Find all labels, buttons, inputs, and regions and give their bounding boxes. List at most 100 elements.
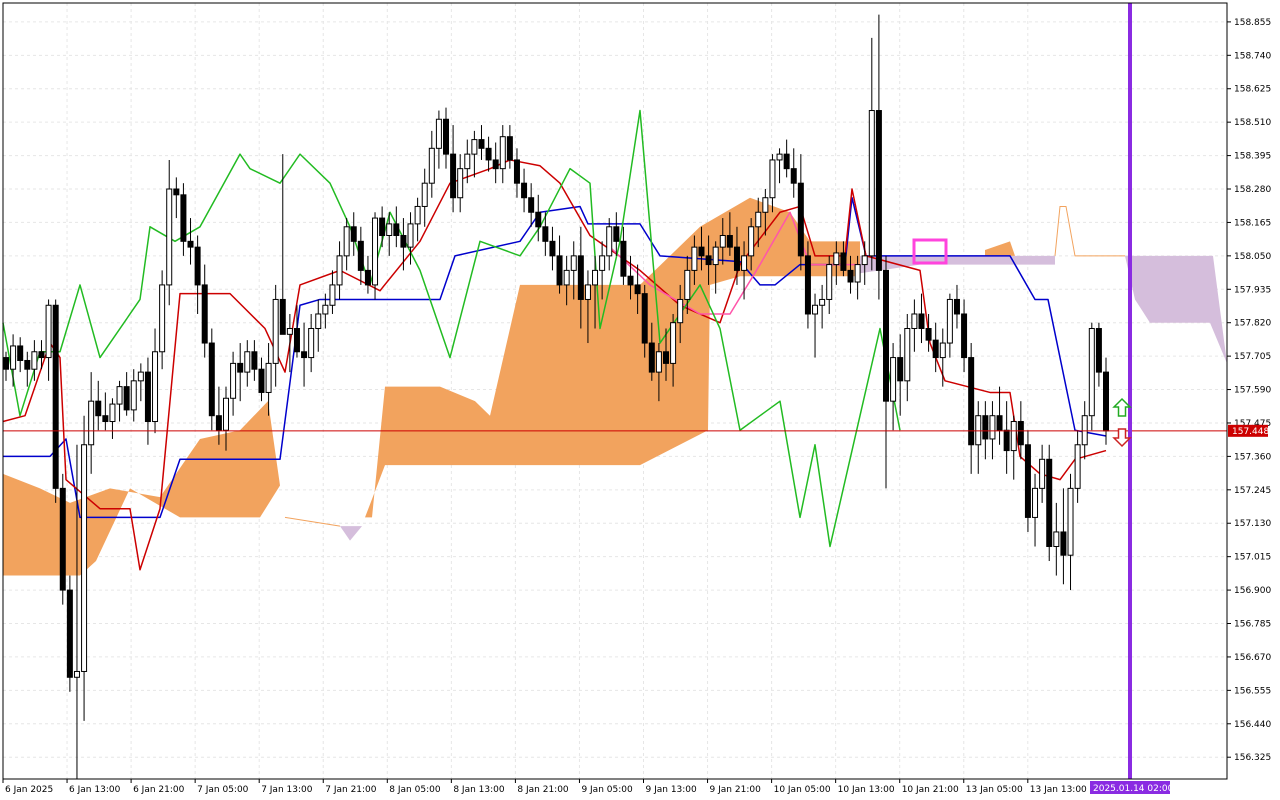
candle-body: [762, 197, 769, 213]
candle-body: [258, 368, 265, 393]
x-tick-label: 9 Jan 13:00: [646, 785, 698, 795]
candle-body: [535, 211, 542, 228]
x-tick-label: 8 Jan 13:00: [453, 785, 505, 795]
candle-body: [279, 298, 286, 335]
candle-body: [1032, 487, 1039, 518]
candle-body: [379, 217, 386, 237]
candle-body: [513, 159, 520, 184]
x-tick-label: 10 Jan 13:00: [838, 785, 895, 795]
candle-body: [648, 342, 655, 373]
candle-body: [329, 284, 336, 306]
candle-body: [95, 400, 102, 417]
candle-body: [904, 328, 911, 382]
candle-body: [776, 153, 783, 161]
candle-body: [201, 284, 208, 344]
candle-body: [620, 240, 627, 277]
x-tick-label: 10 Jan 21:00: [902, 785, 959, 795]
candle-body: [215, 415, 222, 431]
current-time-marker: [1128, 3, 1132, 779]
x-tick-label: 8 Jan 05:00: [389, 785, 441, 795]
candle-body: [286, 328, 293, 335]
candle-body: [187, 240, 194, 248]
candle-body: [712, 246, 719, 266]
candle-body: [137, 371, 144, 382]
y-tick-label: 158.165: [1234, 218, 1271, 228]
candle-body: [414, 205, 421, 225]
candle-body: [38, 351, 45, 359]
candle-body: [450, 153, 457, 199]
y-tick-label: 157.820: [1234, 319, 1271, 329]
candle-body: [492, 159, 499, 170]
candle-body: [88, 400, 95, 446]
y-tick-label: 157.130: [1234, 519, 1271, 529]
x-tick-label: 6 Jan 21:00: [133, 785, 185, 795]
candle-body: [208, 342, 215, 417]
candle-body: [173, 188, 180, 196]
candle-body: [293, 328, 300, 353]
candle-body: [655, 351, 662, 373]
candle-body: [301, 351, 308, 359]
candle-body: [357, 240, 364, 271]
x-tick-label: 7 Jan 21:00: [325, 785, 377, 795]
y-tick-label: 158.280: [1234, 185, 1271, 195]
candle-body: [17, 345, 24, 361]
x-tick-label: 8 Jan 21:00: [517, 785, 569, 795]
candle-body: [435, 118, 442, 149]
candle-body: [797, 182, 804, 257]
candle-body: [66, 589, 73, 678]
candle-body: [677, 298, 684, 324]
candle-body: [421, 182, 428, 207]
candle-body: [272, 298, 279, 364]
candle-body: [961, 313, 968, 359]
y-tick-label: 156.900: [1234, 586, 1271, 596]
candle-body: [471, 139, 478, 155]
candle-body: [1046, 458, 1053, 547]
x-tick-label: 7 Jan 05:00: [197, 785, 249, 795]
candle-body: [698, 246, 705, 257]
candle-body: [542, 226, 549, 242]
candle-body: [968, 357, 975, 446]
candle-body: [890, 357, 897, 402]
candle-body: [1017, 421, 1024, 446]
candle-body: [755, 211, 762, 228]
candle-body: [350, 226, 357, 242]
candle-body: [577, 255, 584, 300]
candle-body: [790, 168, 797, 184]
candle-body: [308, 328, 315, 359]
candle-body: [875, 110, 882, 271]
candle-body: [1074, 444, 1081, 489]
candle-body: [59, 487, 66, 591]
current-time-label: 2025.01.14 02:00: [1093, 784, 1174, 794]
candle-body: [1010, 421, 1017, 452]
candle-body: [556, 255, 563, 286]
x-tick-label: 6 Jan 2025: [5, 785, 53, 795]
y-tick-label: 157.705: [1234, 352, 1271, 362]
candle-body: [24, 359, 31, 370]
candle-body: [372, 217, 379, 286]
y-tick-label: 156.555: [1234, 686, 1271, 696]
y-tick-label: 158.050: [1234, 252, 1271, 262]
candle-body: [627, 275, 634, 286]
candle-body: [812, 304, 819, 315]
candle-body: [897, 357, 904, 382]
candle-body: [918, 313, 925, 330]
candle-body: [592, 269, 599, 286]
current-price-label: 157.448: [1232, 427, 1269, 437]
candle-body: [265, 362, 272, 393]
candle-body: [1053, 531, 1060, 547]
candle-body: [975, 415, 982, 446]
candle-body: [1103, 371, 1109, 432]
candle-body: [343, 226, 350, 257]
candle-body: [599, 255, 606, 271]
candle-body: [1024, 444, 1031, 518]
candle-body: [911, 313, 918, 330]
candle-body: [932, 339, 939, 359]
candle-body: [130, 380, 137, 411]
x-tick-label: 13 Jan 05:00: [966, 785, 1023, 795]
candle-body: [31, 351, 38, 370]
candle-body: [499, 136, 506, 170]
candle-body: [719, 235, 726, 248]
candle-body: [116, 386, 123, 405]
candle-body: [563, 269, 570, 286]
y-tick-label: 158.510: [1234, 118, 1271, 128]
